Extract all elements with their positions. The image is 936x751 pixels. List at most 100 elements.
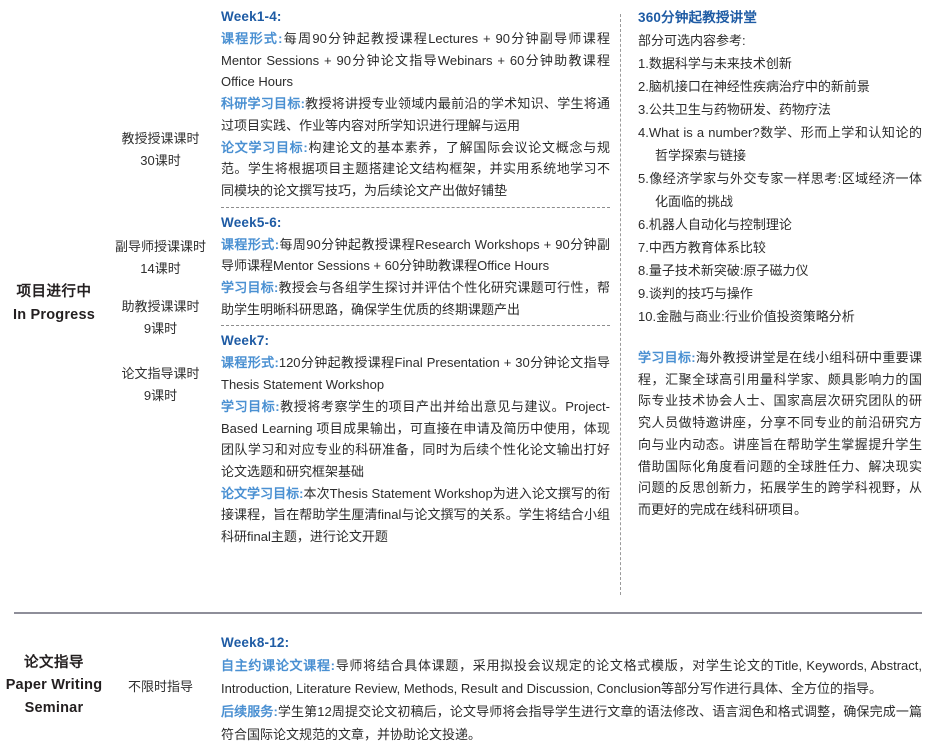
list-item: 8.量子技术新突破:原子磁力仪 [638,259,922,282]
topic-number: 2. [638,79,649,94]
list-item: 2.脑机接口在神经性疾病治疗中的新前景 [638,75,922,98]
stage-cell-paper-writing: 论文指导 Paper Writing Seminar [0,620,108,751]
topic-number: 7. [638,240,649,255]
stage-name-cn: 项目进行中 [13,281,95,303]
topic-text: 脑机接口在神经性疾病治疗中的新前景 [649,79,870,94]
vertical-dashed-divider [620,14,621,595]
stage-cell-in-progress: 项目进行中 In Progress [0,0,108,607]
topic-text: 数据科学与未来技术创新 [649,56,792,71]
stage-name-en-line1: Paper Writing [6,674,103,696]
topic-text: What is a number?数学、形而上学和认知论的哲学探索与链接 [649,125,922,163]
row-paper-writing: 论文指导 Paper Writing Seminar 不限时指导 Week8-1… [0,620,936,751]
topic-number: 3. [638,102,649,117]
week-item-label: 课程形式: [221,237,279,252]
week-divider [221,325,610,326]
week-item: 课程形式:120分钟起教授课程Final Presentation + 30分钟… [221,352,610,395]
week-item: 课程形式:每周90分钟起教授课程Research Workshops + 90分… [221,234,610,277]
week-title: Week1-4: [221,6,610,28]
week-title: Week5-6: [221,212,610,234]
lecture-topic-list: 1.数据科学与未来技术创新 2.脑机接口在神经性疾病治疗中的新前景 3.公共卫生… [638,52,922,328]
week-item-label: 课程形式: [221,355,279,370]
hours-value: 14课时 [108,258,213,280]
lecture-panel-column: 360分钟起教授讲堂 部分可选内容参考: 1.数据科学与未来技术创新 2.脑机接… [620,0,936,607]
week-item-text: 教授会与各组学生探讨并评估个性化研究课题可行性，帮助学生明晰科研思路，确保学生优… [221,280,610,317]
week-item-label: 论文学习目标: [221,486,304,501]
topic-number: 8. [638,263,649,278]
week-item: 学习目标:教授会与各组学生探讨并评估个性化研究课题可行性，帮助学生明晰科研思路，… [221,277,610,320]
hours-value: 9课时 [108,318,213,340]
hours-label: 助教授课课时 [108,296,213,318]
hours-value: 不限时指导 [128,676,193,695]
spacer [638,328,922,347]
goal-text: 海外教授讲堂是在线小组科研中重要课程，汇聚全球高引用量科学家、颇具影响力的国际专… [638,350,922,517]
list-item: 9.谈判的技巧与操作 [638,282,922,305]
week-item-label: 论文学习目标: [221,140,308,155]
week-item: 后续服务:学生第12周提交论文初稿后，论文导师将会指导学生进行文章的语法修改、语… [221,700,922,746]
week-item-label: 学习目标: [221,280,278,295]
topic-text: 金融与商业:行业价值投资策略分析 [656,309,855,324]
topic-text: 机器人自动化与控制理论 [649,217,792,232]
hours-label: 教授授课课时 [108,128,213,150]
week-title: Week7: [221,330,610,352]
week-item-text: 每周90分钟起教授课程Research Workshops + 90分钟副导师课… [221,237,610,274]
topic-text: 像经济学家与外交专家一样思考:区域经济一体化面临的挑战 [649,171,922,209]
lecture-panel-subtitle: 部分可选内容参考: [638,29,922,52]
topic-text: 中西方教育体系比较 [649,240,766,255]
hours-item-professor: 教授授课课时 30课时 [108,128,213,172]
list-item: 4.What is a number?数学、形而上学和认知论的哲学探索与链接 [638,121,922,167]
list-item: 10.金融与商业:行业价值投资策略分析 [638,305,922,328]
curriculum-table: 项目进行中 In Progress 教授授课课时 30课时 副导师授课课时 14… [0,0,936,751]
topic-text: 谈判的技巧与操作 [649,286,753,301]
week-item: 自主约课论文课程:导师将结合具体课题，采用拟投会议规定的论文格式模版，对学生论文… [221,654,922,700]
stage-name-en: In Progress [13,304,95,326]
list-item: 7.中西方教育体系比较 [638,236,922,259]
paper-writing-content: Week8-12: 自主约课论文课程:导师将结合具体课题，采用拟投会议规定的论文… [213,620,936,751]
topic-number: 6. [638,217,649,232]
week-item: 论文学习目标:构建论文的基本素养，了解国际会议论文概念与规范。学生将根据项目主题… [221,137,610,202]
topic-number: 4. [638,125,649,140]
stage-name-en-line2: Seminar [6,697,103,719]
hours-label: 副导师授课课时 [108,236,213,258]
hours-cell-in-progress: 教授授课课时 30课时 副导师授课课时 14课时 助教授课课时 9课时 论文指导… [108,0,213,607]
week-item: 科研学习目标:教授将讲授专业领域内最前沿的学术知识、学生将通过项目实践、作业等内… [221,93,610,136]
row-in-progress: 项目进行中 In Progress 教授授课课时 30课时 副导师授课课时 14… [0,0,936,607]
week-item-text: 学生第12周提交论文初稿后，论文导师将会指导学生进行文章的语法修改、语言润色和格… [221,704,922,742]
goal-label: 学习目标: [638,350,696,365]
week-block-5-6: Week5-6: 课程形式:每周90分钟起教授课程Research Worksh… [221,212,610,321]
topic-number: 1. [638,56,649,71]
stage-name-cn: 论文指导 [6,652,103,674]
week-block-1-4: Week1-4: 课程形式:每周90分钟起教授课程Lectures + 90分钟… [221,6,610,202]
hours-cell-paper-writing: 不限时指导 [108,620,213,751]
week-item: 学习目标:教授将考察学生的项目产出并给出意见与建议。Project-Based … [221,396,610,483]
hours-label: 论文指导课时 [108,363,213,385]
list-item: 5.像经济学家与外交专家一样思考:区域经济一体化面临的挑战 [638,167,922,213]
week-item-text: 教授将考察学生的项目产出并给出意见与建议。Project-Based Learn… [221,399,610,479]
topic-number: 9. [638,286,649,301]
hours-item-mentor: 副导师授课课时 14课时 [108,236,213,280]
topic-text: 公共卫生与药物研发、药物疗法 [649,102,831,117]
topic-number: 10. [638,309,656,324]
week-item-label: 自主约课论文课程: [221,658,335,673]
list-item: 3.公共卫生与药物研发、药物疗法 [638,98,922,121]
week-item-label: 课程形式: [221,31,283,46]
week-item: 论文学习目标:本次Thesis Statement Workshop为进入论文撰… [221,483,610,548]
week-title: Week8-12: [221,632,922,654]
topic-text: 量子技术新突破:原子磁力仪 [649,263,809,278]
hours-item-ta: 助教授课课时 9课时 [108,296,213,340]
section-divider [14,612,922,614]
week-item: 课程形式:每周90分钟起教授课程Lectures + 90分钟副导师课程Ment… [221,28,610,93]
list-item: 6.机器人自动化与控制理论 [638,213,922,236]
topic-number: 5. [638,171,649,186]
week-divider [221,207,610,208]
week-item-label: 科研学习目标: [221,96,305,111]
week-block-7: Week7: 课程形式:120分钟起教授课程Final Presentation… [221,330,610,547]
lecture-panel-title: 360分钟起教授讲堂 [638,6,922,29]
list-item: 1.数据科学与未来技术创新 [638,52,922,75]
hours-item-thesis: 论文指导课时 9课时 [108,363,213,407]
lecture-panel-goal: 学习目标:海外教授讲堂是在线小组科研中重要课程，汇聚全球高引用量科学家、颇具影响… [638,347,922,521]
weekly-schedule-column: Week1-4: 课程形式:每周90分钟起教授课程Lectures + 90分钟… [213,0,620,607]
week-item-label: 后续服务: [221,704,278,719]
hours-value: 30课时 [108,150,213,172]
hours-value: 9课时 [108,385,213,407]
week-item-text: 120分钟起教授课程Final Presentation + 30分钟论文指导T… [221,355,610,392]
